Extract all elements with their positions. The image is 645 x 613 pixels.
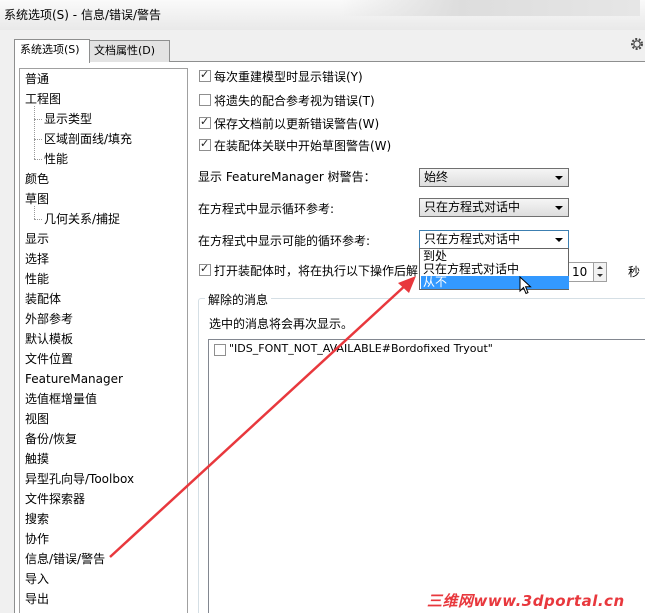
tree-connector xyxy=(34,106,35,159)
tree-item[interactable]: 外部参考 xyxy=(25,310,73,328)
resolve-seconds-spinner[interactable]: 10 xyxy=(567,262,607,282)
tree-item[interactable]: 导出 xyxy=(25,590,49,608)
checkbox-sketch-warning-assembly[interactable] xyxy=(199,137,211,151)
tree-item[interactable]: 几何关系/捕捉 xyxy=(44,210,120,228)
tree-connector xyxy=(34,119,42,120)
tree-item[interactable]: 装配体 xyxy=(25,290,61,308)
tree-item[interactable]: 默认模板 xyxy=(25,330,73,348)
fm-tree-warning-value: 始终 xyxy=(424,170,449,184)
dismissed-messages-hint: 选中的消息将会再次显示。 xyxy=(209,317,354,331)
spin-down-icon[interactable] xyxy=(593,272,606,281)
tab-system-options-label: 系统选项(S) xyxy=(20,43,80,56)
tree-item[interactable]: 工程图 xyxy=(25,90,61,108)
tree-item[interactable]: 性能 xyxy=(44,150,68,168)
fm-tree-warning-select[interactable]: 始终 xyxy=(419,168,569,187)
label-fm-tree-warning: 显示 FeatureManager 树警告： xyxy=(198,170,376,184)
tree-item[interactable]: 文件位置 xyxy=(25,350,73,368)
tree-item[interactable]: 区域剖面线/填充 xyxy=(44,130,132,148)
checkbox-assembly-open-resolve[interactable] xyxy=(199,262,211,276)
watermark: 三维网www.3dportal.cn xyxy=(427,592,625,610)
possible-loop-reference-select[interactable]: 只在方程式对话中 xyxy=(419,230,569,249)
tree-item[interactable]: 选值框增量值 xyxy=(25,390,97,408)
tree-item[interactable]: 显示 xyxy=(25,230,49,248)
tab-document-properties-label: 文档属性(D) xyxy=(94,44,156,57)
tree-item[interactable]: 触摸 xyxy=(25,450,49,468)
chevron-down-icon xyxy=(555,238,563,242)
tree-item[interactable]: 选择 xyxy=(25,250,49,268)
checkbox-update-errors-before-save[interactable] xyxy=(199,115,211,129)
checkbox-missing-mate-ref[interactable] xyxy=(199,94,211,106)
tree-item[interactable]: 信息/错误/警告 xyxy=(25,550,105,568)
title-bar: 系统选项(S) - 信息/错误/警告 xyxy=(0,0,645,30)
tree-item[interactable]: 草图 xyxy=(25,190,49,208)
seconds-unit-label: 秒 xyxy=(628,265,641,279)
possible-loop-reference-dropdown: 到处 只在方程式对话中 从不 xyxy=(419,248,569,290)
loop-reference-value: 只在方程式对话中 xyxy=(424,200,521,214)
dismissed-messages-title: 解除的消息 xyxy=(205,291,272,308)
chevron-down-icon xyxy=(555,206,563,210)
tree-item[interactable]: 颜色 xyxy=(25,170,49,188)
tree-item[interactable]: FeatureManager xyxy=(25,370,123,388)
label-possible-loop-reference: 在方程式中显示可能的循环参考: xyxy=(198,234,371,248)
label-assembly-open-resolve: 打开装配体时，将在执行以下操作后解 xyxy=(214,264,419,278)
possible-loop-reference-value: 只在方程式对话中 xyxy=(424,232,521,246)
tree-connector xyxy=(34,139,42,140)
tree-item[interactable]: 文件探索器 xyxy=(25,490,85,508)
checkbox-show-errors-rebuild[interactable] xyxy=(199,68,211,82)
tree-item[interactable]: 导入 xyxy=(25,570,49,588)
mouse-cursor-icon xyxy=(519,276,532,295)
label-sketch-warning-assembly: 在装配体关联中开始草图警告(W) xyxy=(214,139,392,153)
tree-item[interactable]: 搜索 xyxy=(25,510,49,528)
label-missing-mate-ref: 将遗失的配合参考视为错误(T) xyxy=(214,94,375,108)
tree-item[interactable]: 性能 xyxy=(25,270,49,288)
gear-icon[interactable] xyxy=(629,36,645,52)
resolve-seconds-value: 10 xyxy=(572,265,588,279)
message-label: "IDS_FONT_NOT_AVAILABLE#Bordofixed Tryou… xyxy=(229,342,493,355)
tab-system-options[interactable]: 系统选项(S) xyxy=(14,39,90,63)
tree-item[interactable]: 普通 xyxy=(25,70,49,88)
dismissed-messages-list: "IDS_FONT_NOT_AVAILABLE#Bordofixed Tryou… xyxy=(208,339,645,613)
message-checkbox[interactable] xyxy=(214,344,226,356)
tree-item[interactable]: 显示类型 xyxy=(44,110,92,128)
label-show-errors-rebuild: 每次重建模型时显示错误(Y) xyxy=(214,70,363,84)
label-update-errors-before-save: 保存文档前以更新错误警告(W) xyxy=(214,117,380,131)
title-bar-blur xyxy=(340,0,640,16)
tree-connector xyxy=(34,206,35,219)
tree-item[interactable]: 协作 xyxy=(25,530,49,548)
tree-connector xyxy=(34,159,42,160)
tree-item[interactable]: 异型孔向导/Toolbox xyxy=(25,470,134,488)
window-title: 系统选项(S) - 信息/错误/警告 xyxy=(4,8,162,22)
tab-document-properties[interactable]: 文档属性(D) xyxy=(88,40,170,62)
tree-item[interactable]: 视图 xyxy=(25,410,49,428)
dropdown-option-never[interactable]: 从不 xyxy=(421,276,569,289)
loop-reference-select[interactable]: 只在方程式对话中 xyxy=(419,198,569,217)
chevron-down-icon xyxy=(555,176,563,180)
label-loop-reference: 在方程式中显示循环参考: xyxy=(198,202,335,216)
tree-item[interactable]: 备份/恢复 xyxy=(25,430,77,448)
tree-connector xyxy=(34,219,42,220)
